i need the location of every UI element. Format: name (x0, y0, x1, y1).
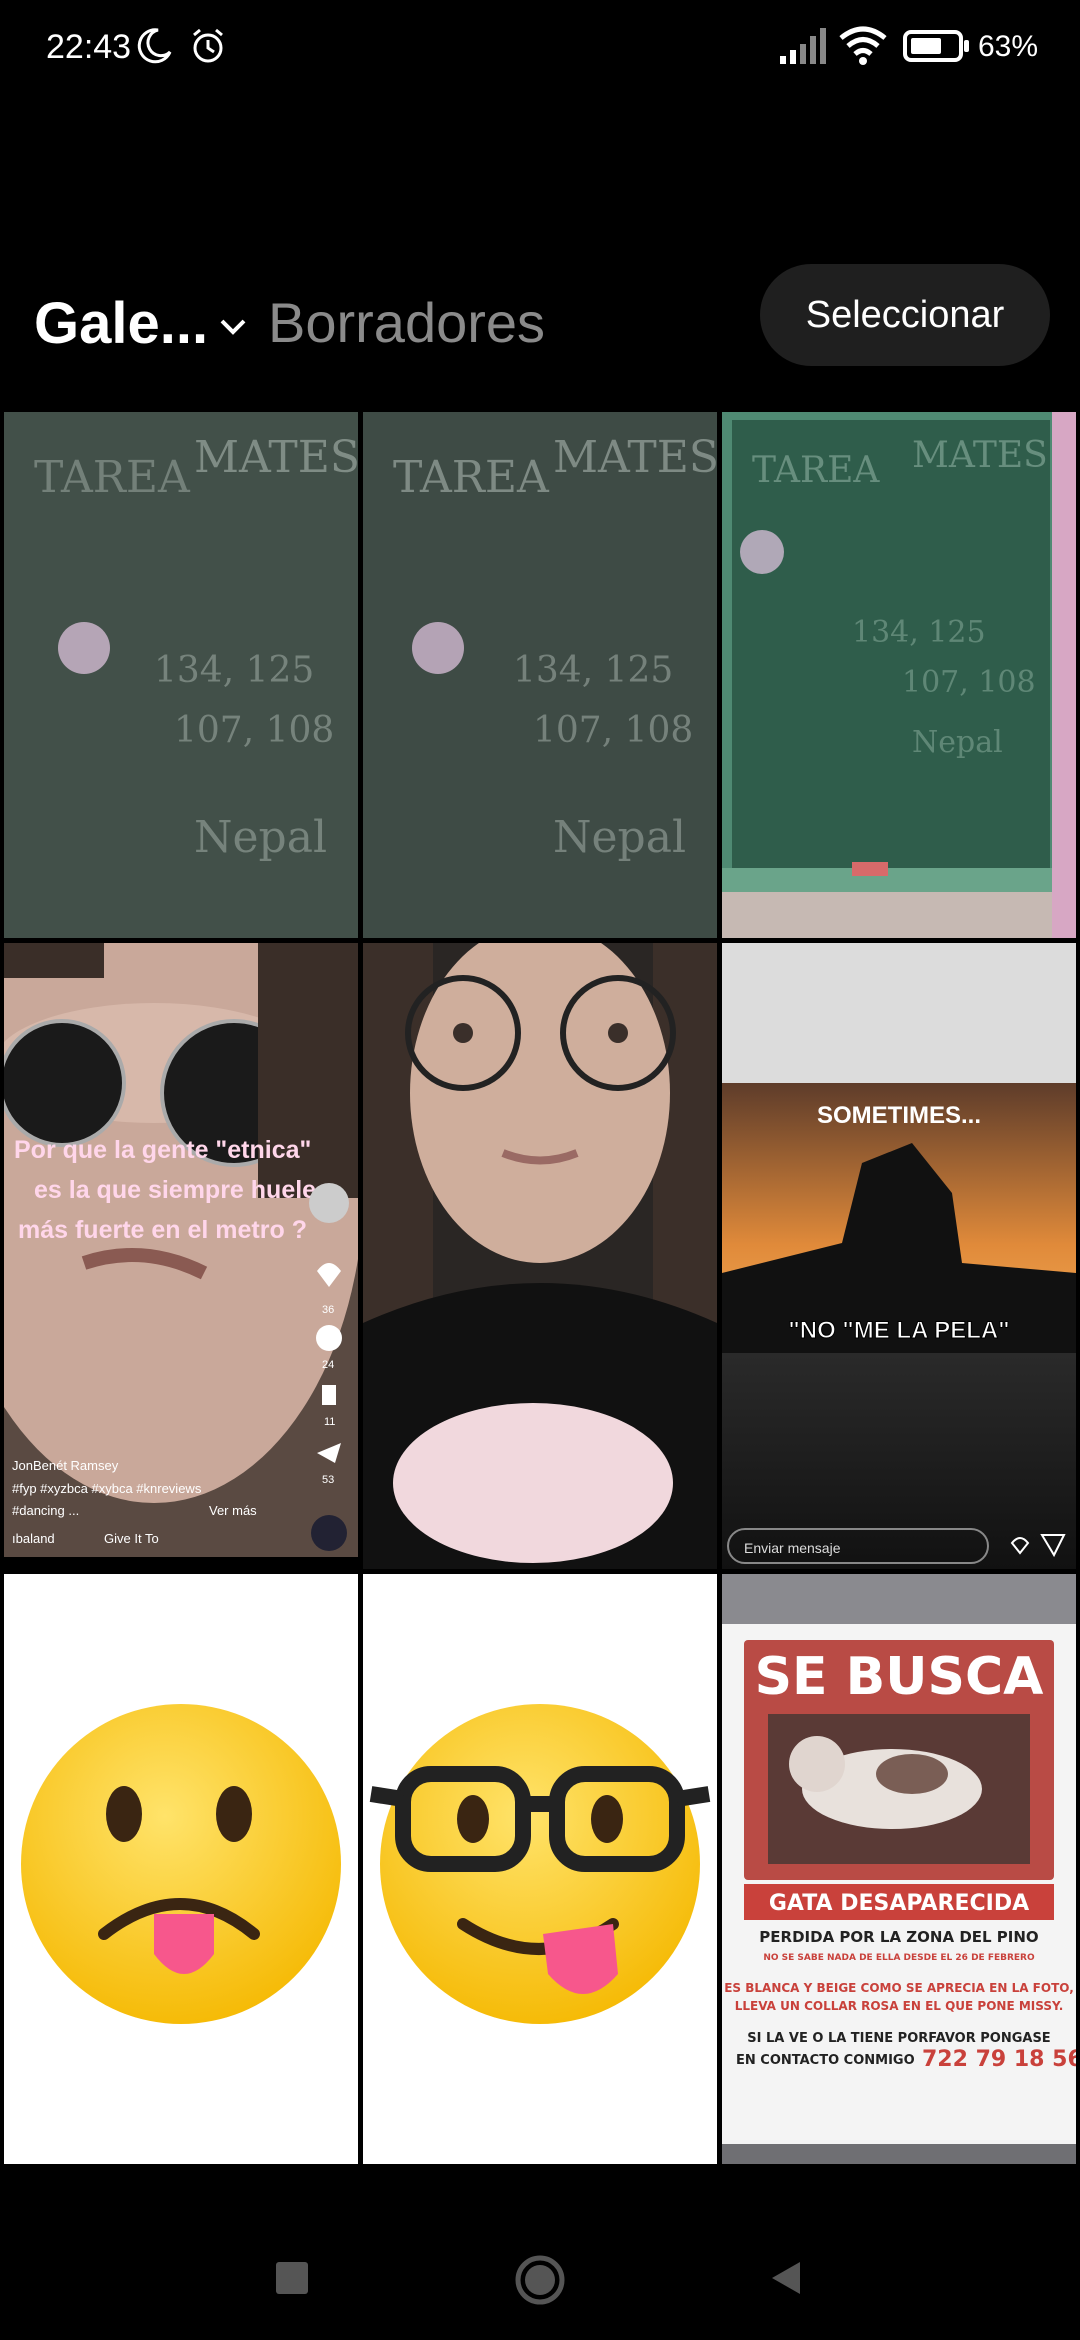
media-thumbnail-tiktok[interactable]: Por que la gente "etnica" es la que siem… (4, 943, 358, 1569)
media-thumbnail-selfie[interactable] (363, 943, 717, 1569)
back-icon[interactable] (766, 2258, 806, 2298)
svg-text:Nepal: Nepal (553, 812, 686, 863)
svg-text:53: 53 (322, 1474, 334, 1486)
media-thumbnail-chalkboard-2[interactable]: TAREA MATES 134, 125 107, 108 Nepal (363, 412, 717, 938)
svg-text:TAREA: TAREA (752, 450, 880, 491)
svg-text:107, 108: 107, 108 (902, 665, 1036, 700)
status-time: 22:43 (46, 28, 132, 66)
svg-text:Nepal: Nepal (912, 725, 1003, 760)
svg-text:#dancing ...: #dancing ... (12, 1503, 79, 1518)
svg-text:107, 108: 107, 108 (174, 710, 334, 751)
media-thumbnail-chalkboard-3[interactable]: TAREA MATES 134, 125 107, 108 Nepal (722, 412, 1076, 938)
media-thumbnail-chalkboard-1[interactable]: TAREA MATES 134, 125 107, 108 Nepal (4, 412, 358, 938)
svg-text:ıbaland: ıbaland (12, 1531, 55, 1546)
svg-text:MATES: MATES (912, 435, 1048, 476)
battery-icon (903, 30, 969, 62)
svg-text:MATES: MATES (553, 432, 717, 483)
svg-text:SI LA VE O LA TIENE PORFAVOR P: SI LA VE O LA TIENE PORFAVOR PONGASE (747, 2031, 1050, 2046)
home-icon[interactable] (514, 2254, 566, 2306)
status-bar: 22:43 63% (0, 0, 1080, 100)
media-thumbnail-meme[interactable]: SOMETIMES... "NO "ME LA PELA" Enviar men… (722, 943, 1076, 1569)
media-thumbnail-emoji-nerd[interactable] (363, 1574, 717, 2164)
svg-text:ES BLANCA Y BEIGE COMO SE APRE: ES BLANCA Y BEIGE COMO SE APRECIA EN LA … (724, 1981, 1074, 1995)
select-button[interactable]: Seleccionar (760, 264, 1050, 366)
svg-text:134, 125: 134, 125 (513, 650, 673, 691)
media-thumbnail-lost-cat-poster[interactable]: SE BUSCA GATA DESAPARECIDA PERDIDA POR L… (722, 1574, 1076, 2164)
svg-text:TAREA: TAREA (34, 452, 191, 503)
alarm-icon (193, 28, 223, 63)
system-nav-bar (0, 2170, 1080, 2340)
svg-text:MATES: MATES (194, 432, 358, 483)
svg-text:134, 125: 134, 125 (852, 615, 986, 650)
wifi-icon (839, 26, 887, 65)
svg-text:Give It To: Give It To (104, 1531, 159, 1546)
svg-text:722 79 18 56: 722 79 18 56 (922, 2047, 1076, 2072)
svg-text:134, 125: 134, 125 (154, 650, 314, 691)
svg-text:36: 36 (322, 1304, 334, 1316)
svg-text:NO SE SABE NADA DE ELLA DESDE: NO SE SABE NADA DE ELLA DESDE EL 26 DE F… (763, 1953, 1035, 1963)
svg-text:Enviar mensaje: Enviar mensaje (744, 1540, 841, 1556)
svg-text:TAREA: TAREA (393, 452, 550, 503)
svg-text:es la que siempre huele: es la que siempre huele (34, 1176, 316, 1204)
svg-text:#fyp #xyzbca #xybca #knreviews: #fyp #xyzbca #xybca #knreviews (12, 1481, 202, 1496)
svg-text:SOMETIMES...: SOMETIMES... (817, 1102, 981, 1129)
battery-percent: 63% (978, 30, 1039, 63)
moon-icon (137, 28, 172, 64)
svg-text:JonBenét Ramsey: JonBenét Ramsey (12, 1458, 119, 1473)
album-title[interactable]: Gale... (34, 290, 208, 357)
svg-text:más fuerte en el metro ?: más fuerte en el metro ? (18, 1216, 307, 1244)
gallery-header: Gale... Borradores Seleccionar (0, 260, 1080, 390)
drafts-tab[interactable]: Borradores (268, 290, 545, 355)
svg-text:GATA DESAPARECIDA: GATA DESAPARECIDA (769, 1891, 1029, 1916)
recents-icon[interactable] (274, 2260, 310, 2296)
svg-text:Nepal: Nepal (194, 812, 327, 863)
chevron-down-icon[interactable] (218, 312, 248, 342)
svg-text:24: 24 (322, 1359, 334, 1371)
svg-text:Ver más: Ver más (209, 1503, 257, 1518)
svg-text:EN CONTACTO CONMIGO: EN CONTACTO CONMIGO (736, 2053, 915, 2068)
svg-text:107, 108: 107, 108 (533, 710, 693, 751)
svg-text:LLEVA UN COLLAR ROSA EN EL QUE: LLEVA UN COLLAR ROSA EN EL QUE PONE MISS… (735, 1999, 1064, 2013)
signal-icon (780, 28, 826, 64)
svg-text:Por que la gente "etnica": Por que la gente "etnica" (14, 1136, 311, 1164)
svg-text:SE BUSCA: SE BUSCA (755, 1647, 1044, 1707)
svg-text:11: 11 (324, 1416, 335, 1428)
svg-text:PERDIDA POR LA ZONA DEL PINO: PERDIDA POR LA ZONA DEL PINO (759, 1928, 1038, 1946)
svg-text:"NO "ME LA PELA": "NO "ME LA PELA" (788, 1317, 1009, 1344)
media-thumbnail-emoji-tongue[interactable] (4, 1574, 358, 2164)
